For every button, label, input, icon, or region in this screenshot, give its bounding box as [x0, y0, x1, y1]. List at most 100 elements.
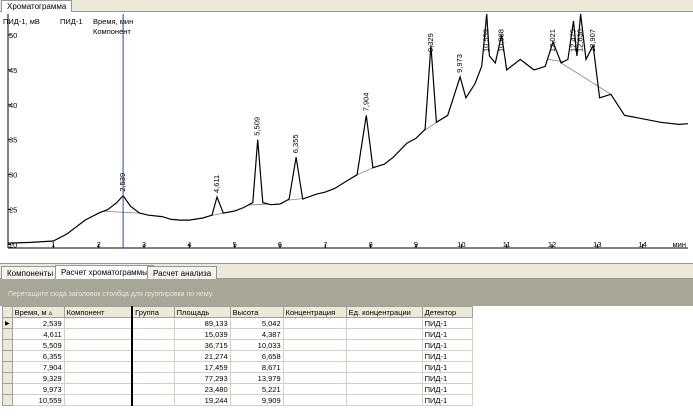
peak-label[interactable]: 12,907	[588, 29, 597, 52]
peak-label[interactable]: 12,630	[576, 29, 585, 52]
cell-time[interactable]: 2,539	[11, 317, 65, 329]
cell-area[interactable]: 89,133	[173, 317, 231, 329]
cell-component[interactable]	[63, 328, 134, 340]
tab-analysis-calc[interactable]: Расчет анализа	[147, 266, 218, 279]
cell-detector[interactable]: ПИД-1	[421, 328, 473, 340]
peak-label[interactable]: 10,888	[497, 29, 506, 52]
cell-detector[interactable]: ПИД-1	[421, 317, 473, 329]
cell-component[interactable]	[63, 383, 134, 395]
cell-height[interactable]: 4,387	[229, 328, 284, 340]
cell-height[interactable]: 5,221	[229, 383, 284, 395]
table-row[interactable]: ▶ 2,539 89,133 5,042 ПИД-1	[2, 317, 473, 329]
cell-group[interactable]	[131, 383, 175, 395]
cell-detector[interactable]: ПИД-1	[421, 383, 473, 395]
table-row[interactable]: 5,509 36,715 10,033 ПИД-1	[2, 339, 473, 351]
peak-label[interactable]: 2,539	[118, 173, 127, 192]
cell-concentration[interactable]	[282, 361, 347, 373]
column-header-concentration-unit[interactable]: Ед. концентрации	[345, 306, 423, 318]
group-by-panel[interactable]: Перетащите сюда заголовок столбца для гр…	[0, 279, 693, 306]
row-selector[interactable]	[2, 361, 13, 373]
row-selector[interactable]	[2, 339, 13, 351]
row-selector[interactable]	[2, 372, 13, 384]
row-selector[interactable]	[2, 350, 13, 362]
cell-height[interactable]: 6,658	[229, 350, 284, 362]
cell-time[interactable]: 9,329	[11, 372, 65, 384]
column-header-concentration[interactable]: Концентрация	[282, 306, 347, 318]
cell-concentration[interactable]	[282, 339, 347, 351]
tab-chromatogram[interactable]: Хроматограмма	[1, 0, 73, 12]
cell-height[interactable]: 13,979	[229, 372, 284, 384]
peak-label[interactable]: 9,329	[426, 33, 435, 52]
table-row[interactable]: 6,355 21,274 6,658 ПИД-1	[2, 350, 473, 362]
cell-concentration[interactable]	[282, 372, 347, 384]
row-selector[interactable]	[2, 394, 13, 406]
cell-concentration-unit[interactable]	[345, 328, 423, 340]
cell-area[interactable]: 15,039	[173, 328, 231, 340]
chromatogram-chart[interactable]: 20 25 30 35 40 45 50 1 2 3 4 5 6 7 8 9 10 11 12 13 14 мин ПИД-…	[0, 12, 693, 264]
cell-concentration-unit[interactable]	[345, 361, 423, 373]
cell-concentration-unit[interactable]	[345, 394, 423, 406]
column-header-group[interactable]: Группа	[131, 306, 175, 318]
peak-label[interactable]: 9,973	[455, 54, 464, 73]
cell-concentration[interactable]	[282, 350, 347, 362]
cell-detector[interactable]: ПИД-1	[421, 361, 473, 373]
cell-concentration[interactable]	[282, 394, 347, 406]
cell-group[interactable]	[131, 317, 175, 329]
cell-concentration-unit[interactable]	[345, 317, 423, 329]
table-row[interactable]: 9,329 77,293 13,979 ПИД-1	[2, 372, 473, 384]
cell-area[interactable]: 17,459	[173, 361, 231, 373]
table-row[interactable]: 4,611 15,039 4,387 ПИД-1	[2, 328, 473, 340]
cell-component[interactable]	[63, 350, 134, 362]
cell-time[interactable]: 5,509	[11, 339, 65, 351]
cell-height[interactable]: 8,671	[229, 361, 284, 373]
column-header-component[interactable]: Компонент	[63, 306, 134, 318]
cell-concentration[interactable]	[282, 383, 347, 395]
cell-concentration[interactable]	[282, 328, 347, 340]
cell-detector[interactable]: ПИД-1	[421, 372, 473, 384]
cell-detector[interactable]: ПИД-1	[421, 339, 473, 351]
table-row[interactable]: 7,904 17,459 8,671 ПИД-1	[2, 361, 473, 373]
cell-area[interactable]: 21,274	[173, 350, 231, 362]
cell-time[interactable]: 10,559	[11, 394, 65, 406]
peak-label[interactable]: 7,904	[361, 93, 370, 112]
tab-chromatogram-calc[interactable]: Расчет хроматограммы	[55, 265, 154, 280]
peak-label[interactable]: 6,355	[291, 134, 300, 153]
cell-concentration-unit[interactable]	[345, 372, 423, 384]
cell-area[interactable]: 36,715	[173, 339, 231, 351]
cell-group[interactable]	[131, 339, 175, 351]
cell-concentration[interactable]	[282, 317, 347, 329]
table-row[interactable]: 10,559 19,244 9,909 ПИД-1	[2, 394, 473, 406]
column-header-detector[interactable]: Детектор	[421, 306, 473, 318]
cell-group[interactable]	[131, 361, 175, 373]
cell-time[interactable]: 4,611	[11, 328, 65, 340]
cell-component[interactable]	[63, 361, 134, 373]
cell-time[interactable]: 7,904	[11, 361, 65, 373]
cell-component[interactable]	[63, 317, 134, 329]
column-header-height[interactable]: Высота	[229, 306, 284, 318]
tab-components[interactable]: Компоненты	[1, 266, 60, 279]
column-header-time[interactable]: Время, м ▵	[11, 306, 65, 318]
cell-time[interactable]: 6,355	[11, 350, 65, 362]
cell-area[interactable]: 19,244	[173, 394, 231, 406]
current-row-indicator-icon[interactable]: ▶	[2, 317, 13, 329]
peak-label[interactable]: 12,021	[548, 29, 557, 52]
cell-concentration-unit[interactable]	[345, 383, 423, 395]
peak-label[interactable]: 5,509	[253, 117, 262, 136]
cell-area[interactable]: 77,293	[173, 372, 231, 384]
cell-group[interactable]	[131, 372, 175, 384]
column-header-area[interactable]: Площадь	[173, 306, 231, 318]
peak-label[interactable]: 10,559	[482, 29, 491, 52]
row-selector[interactable]	[2, 383, 13, 395]
cell-component[interactable]	[63, 394, 134, 406]
row-selector[interactable]	[2, 328, 13, 340]
cell-component[interactable]	[63, 372, 134, 384]
cell-height[interactable]: 5,042	[229, 317, 284, 329]
cell-concentration-unit[interactable]	[345, 339, 423, 351]
chromatogram-plot[interactable]: 202530354045501 2 3 4 5 6 7 8 9 10 11 12 13 14 минПИД-…	[0, 12, 693, 264]
table-row[interactable]: 9,973 23,480 5,221 ПИД-1	[2, 383, 473, 395]
cell-height[interactable]: 10,033	[229, 339, 284, 351]
cell-concentration-unit[interactable]	[345, 350, 423, 362]
cell-group[interactable]	[131, 350, 175, 362]
cell-height[interactable]: 9,909	[229, 394, 284, 406]
cell-area[interactable]: 23,480	[173, 383, 231, 395]
